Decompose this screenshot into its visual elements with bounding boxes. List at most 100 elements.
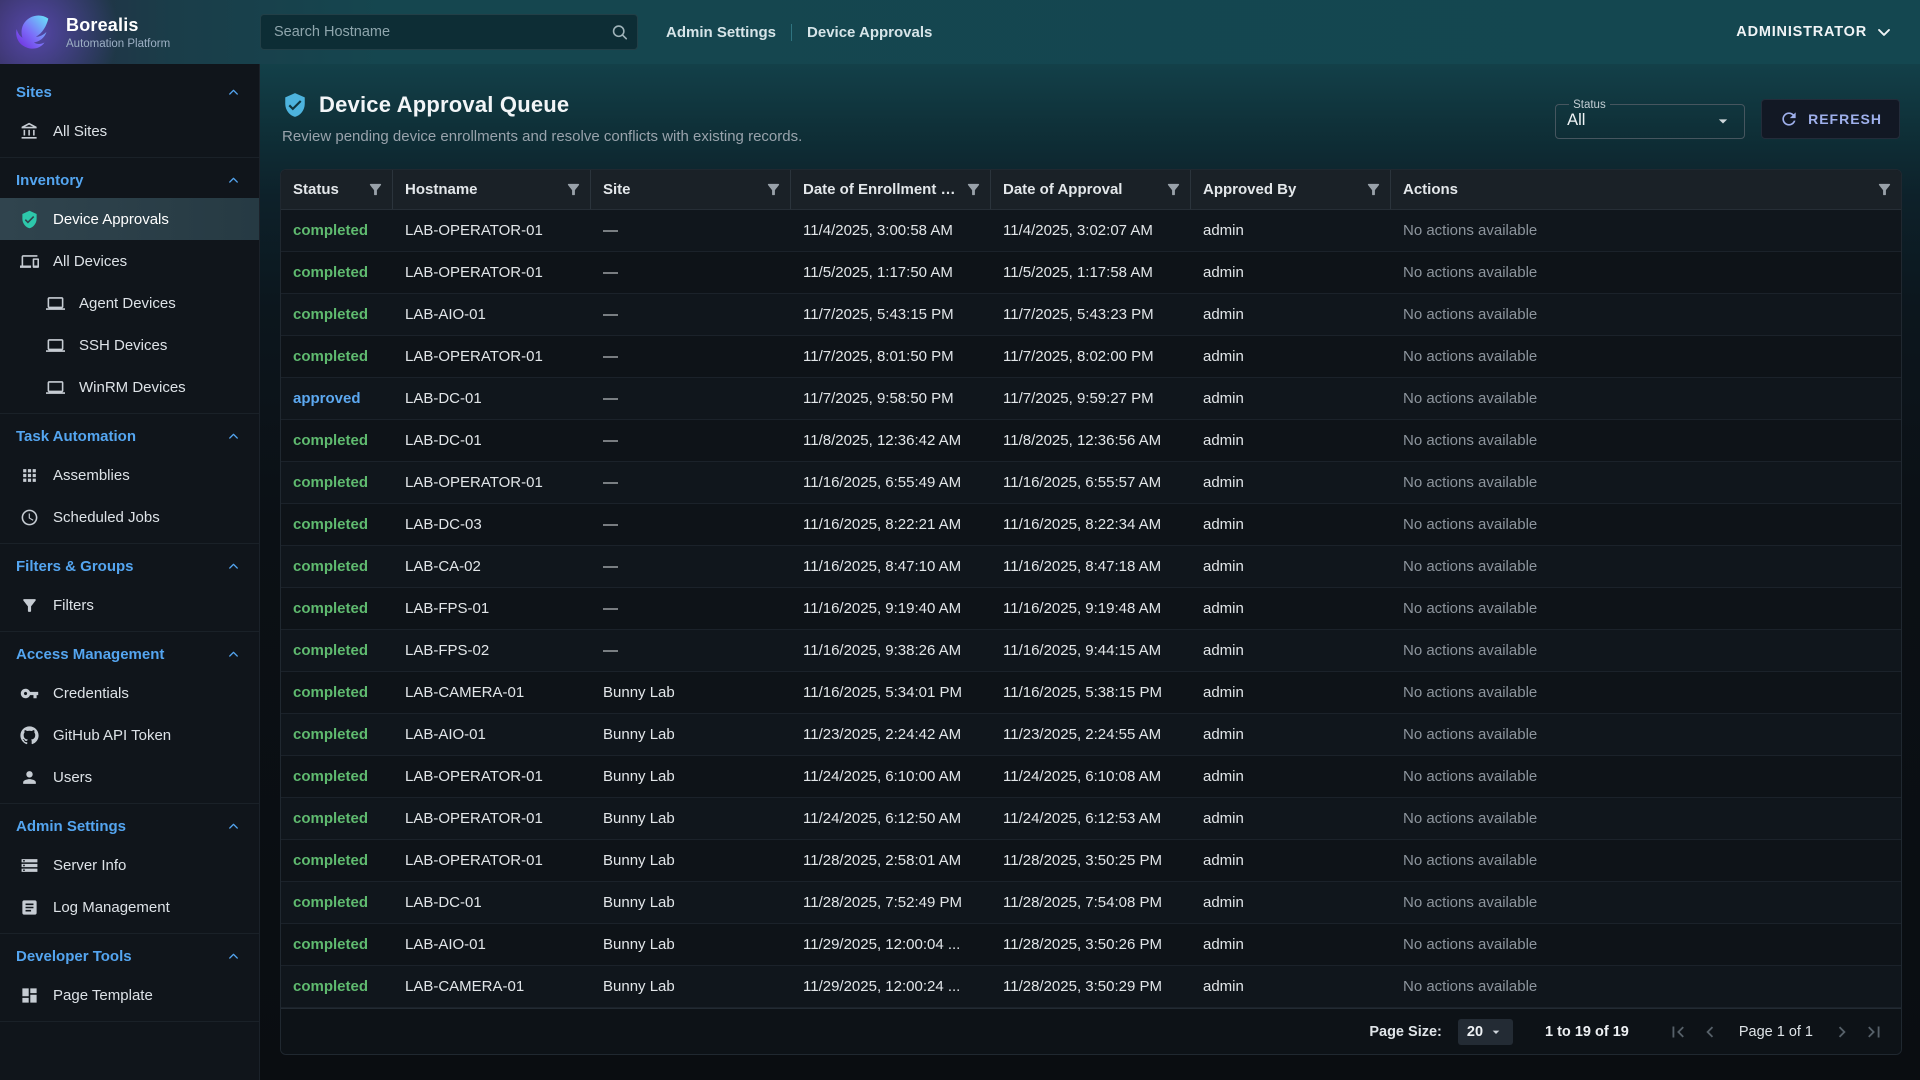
column-header-date-of-enrollment-r[interactable]: Date of Enrollment R... [791, 170, 991, 209]
sidebar-item-ssh-devices[interactable]: SSH Devices [0, 324, 259, 366]
filter-icon[interactable] [1876, 181, 1893, 198]
sidebar-item-assemblies[interactable]: Assemblies [0, 454, 259, 496]
approved-by-cell: admin [1191, 378, 1391, 419]
previous-page-button[interactable] [1699, 1021, 1721, 1043]
approval-date-cell: 11/16/2025, 8:22:34 AM [991, 504, 1191, 545]
site-cell: — [591, 210, 791, 251]
pager: Page 1 of 1 [1667, 1021, 1885, 1043]
hostname-cell: LAB-FPS-02 [393, 630, 591, 671]
sidebar-item-scheduled-jobs[interactable]: Scheduled Jobs [0, 496, 259, 538]
laptop-icon [46, 294, 65, 313]
column-header-approved-by[interactable]: Approved By [1191, 170, 1391, 209]
sidebar-item-users[interactable]: Users [0, 756, 259, 798]
column-header-site[interactable]: Site [591, 170, 791, 209]
column-label: Approved By [1203, 181, 1359, 198]
sidebar-section-header-sites[interactable]: Sites [0, 72, 259, 110]
section-label: Task Automation [16, 428, 136, 445]
sidebar-item-label: Filters [53, 597, 94, 614]
approved-by-cell: admin [1191, 630, 1391, 671]
enrollment-date-cell: 11/16/2025, 9:38:26 AM [791, 630, 991, 671]
filter-icon[interactable] [1165, 181, 1182, 198]
section-label: Filters & Groups [16, 558, 134, 575]
approved-by-cell: admin [1191, 252, 1391, 293]
user-menu[interactable]: ADMINISTRATOR [1736, 22, 1894, 42]
page-size-value: 20 [1467, 1024, 1483, 1040]
sidebar-section-header-developer-tools[interactable]: Developer Tools [0, 936, 259, 974]
sidebar-item-filters[interactable]: Filters [0, 584, 259, 626]
first-page-button[interactable] [1667, 1021, 1689, 1043]
sidebar-item-github-api-token[interactable]: GitHub API Token [0, 714, 259, 756]
sidebar-section-header-task-automation[interactable]: Task Automation [0, 416, 259, 454]
last-page-button[interactable] [1863, 1021, 1885, 1043]
sidebar-item-label: Agent Devices [79, 295, 176, 312]
status-filter-select[interactable]: Status All [1555, 99, 1745, 139]
status-cell: completed [281, 504, 393, 545]
sidebar-item-label: SSH Devices [79, 337, 167, 354]
sidebar-item-winrm-devices[interactable]: WinRM Devices [0, 366, 259, 408]
table-row: completedLAB-OPERATOR-01—11/7/2025, 8:01… [281, 336, 1901, 378]
sidebar-item-device-approvals[interactable]: Device Approvals [0, 198, 259, 240]
sidebar-item-log-management[interactable]: Log Management [0, 886, 259, 928]
search [260, 14, 638, 50]
sidebar-item-label: GitHub API Token [53, 727, 171, 744]
search-input[interactable] [260, 14, 638, 50]
column-header-date-of-approval[interactable]: Date of Approval [991, 170, 1191, 209]
sidebar-item-server-info[interactable]: Server Info [0, 844, 259, 886]
topnav-admin-settings[interactable]: Admin Settings [666, 24, 776, 41]
filter-icon[interactable] [565, 181, 582, 198]
sidebar-section-header-filters-groups[interactable]: Filters & Groups [0, 546, 259, 584]
column-header-status[interactable]: Status [281, 170, 393, 209]
sidebar-item-all-devices[interactable]: All Devices [0, 240, 259, 282]
column-label: Date of Enrollment R... [803, 181, 959, 198]
table-row: completedLAB-AIO-01Bunny Lab11/29/2025, … [281, 924, 1901, 966]
sidebar-section-header-admin-settings[interactable]: Admin Settings [0, 806, 259, 844]
approved-by-cell: admin [1191, 420, 1391, 461]
status-cell: completed [281, 756, 393, 797]
page-header-left: Device Approval Queue Review pending dev… [282, 92, 802, 145]
chevron-up-icon [226, 173, 241, 188]
filter-icon[interactable] [765, 181, 782, 198]
page-size-select[interactable]: 20 [1458, 1019, 1513, 1045]
status-cell: completed [281, 798, 393, 839]
column-label: Date of Approval [1003, 181, 1159, 198]
table-row: completedLAB-CAMERA-01Bunny Lab11/29/202… [281, 966, 1901, 1008]
sidebar-nav: SitesAll SitesInventoryDevice ApprovalsA… [0, 64, 260, 1080]
page-size-label: Page Size: [1369, 1024, 1442, 1040]
site-cell: Bunny Lab [591, 924, 791, 965]
enrollment-date-cell: 11/16/2025, 8:22:21 AM [791, 504, 991, 545]
filter-icon[interactable] [965, 181, 982, 198]
enrollment-date-cell: 11/4/2025, 3:00:58 AM [791, 210, 991, 251]
sidebar-item-all-sites[interactable]: All Sites [0, 110, 259, 152]
hostname-cell: LAB-FPS-01 [393, 588, 591, 629]
sidebar-section-header-access-management[interactable]: Access Management [0, 634, 259, 672]
section-label: Access Management [16, 646, 164, 663]
table-row: completedLAB-OPERATOR-01—11/16/2025, 6:5… [281, 462, 1901, 504]
section-label: Sites [16, 84, 52, 101]
refresh-button[interactable]: REFRESH [1761, 99, 1900, 139]
server-icon [20, 856, 39, 875]
table-body: completedLAB-OPERATOR-01—11/4/2025, 3:00… [281, 210, 1901, 1008]
column-header-actions[interactable]: Actions [1391, 170, 1901, 209]
sidebar-section-header-inventory[interactable]: Inventory [0, 160, 259, 198]
enrollment-date-cell: 11/28/2025, 2:58:01 AM [791, 840, 991, 881]
column-header-hostname[interactable]: Hostname [393, 170, 591, 209]
apps-icon [20, 466, 39, 485]
site-cell: Bunny Lab [591, 882, 791, 923]
filter-icon[interactable] [1365, 181, 1382, 198]
enrollment-date-cell: 11/7/2025, 8:01:50 PM [791, 336, 991, 377]
approval-date-cell: 11/7/2025, 5:43:23 PM [991, 294, 1191, 335]
chevron-up-icon [226, 429, 241, 444]
refresh-icon [1779, 109, 1799, 129]
key-icon [20, 684, 39, 703]
sidebar-item-credentials[interactable]: Credentials [0, 672, 259, 714]
sidebar-item-agent-devices[interactable]: Agent Devices [0, 282, 259, 324]
topnav-device-approvals[interactable]: Device Approvals [807, 24, 932, 41]
approved-by-cell: admin [1191, 546, 1391, 587]
chevron-down-icon [1713, 111, 1733, 131]
approved-by-cell: admin [1191, 504, 1391, 545]
sidebar-item-page-template[interactable]: Page Template [0, 974, 259, 1016]
filter-icon[interactable] [367, 181, 384, 198]
status-filter-value: All [1567, 111, 1585, 130]
sidebar-section-inventory: InventoryDevice ApprovalsAll Devices Agen… [0, 158, 259, 414]
next-page-button[interactable] [1831, 1021, 1853, 1043]
